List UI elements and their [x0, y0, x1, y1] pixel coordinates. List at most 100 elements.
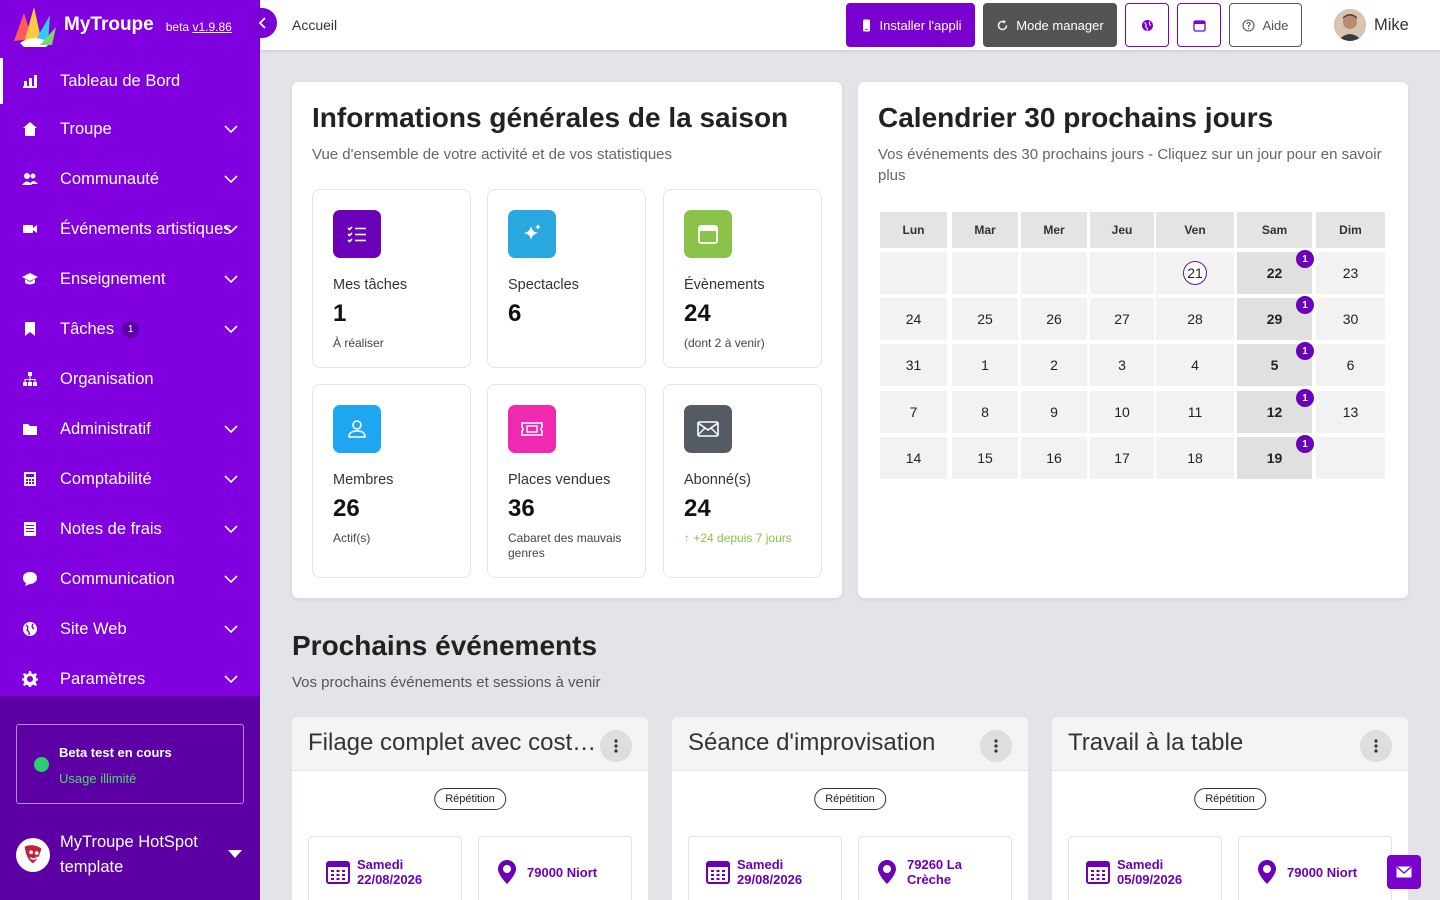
calendar-day[interactable]: 30: [1316, 298, 1385, 340]
brand-name: MyTroupe: [64, 14, 154, 35]
event-card[interactable]: Travail à la table Répétition Samedi 05/0…: [1052, 717, 1408, 900]
calendar-day[interactable]: 12 1: [1237, 389, 1314, 433]
calendar-day-header: Jeu: [1090, 212, 1154, 248]
chevron-down-icon: [224, 125, 238, 134]
website-button[interactable]: [1125, 3, 1169, 47]
event-location-text: 79000 Niort: [527, 865, 598, 880]
calendar-day[interactable]: 15: [952, 437, 1018, 479]
manager-mode-button[interactable]: Mode manager: [983, 3, 1117, 47]
gear-icon: [22, 671, 38, 687]
event-date-text: Samedi 29/08/2026: [737, 857, 837, 887]
chart-bar-icon: [22, 73, 38, 89]
stat-value: 36: [508, 495, 535, 522]
user-icon: [333, 405, 381, 453]
event-title: Filage complet avec costumes: [308, 729, 598, 756]
sidebar-item-organisation[interactable]: Organisation: [0, 354, 260, 404]
stat-events[interactable]: Évènements 24 (dont 2 à venir): [663, 189, 822, 368]
version-link[interactable]: v1.9.86: [192, 20, 231, 34]
stat-label: Évènements: [684, 277, 765, 293]
stat-label: Spectacles: [508, 277, 579, 293]
calendar-day[interactable]: 22 1: [1237, 250, 1314, 294]
calendar-day[interactable]: 24: [880, 298, 947, 340]
sidebar-item-comptabilite[interactable]: Comptabilité: [0, 454, 260, 504]
tasks-count-badge: 1: [122, 320, 140, 338]
calendar-day[interactable]: 11: [1156, 391, 1234, 433]
sidebar-item-communication[interactable]: Communication: [0, 554, 260, 604]
stat-members[interactable]: Membres 26 Actif(s): [312, 384, 471, 578]
stat-subscribers[interactable]: Abonné(s) 24 ↑ +24 depuis 7 jours: [663, 384, 822, 578]
calendar-day[interactable]: [952, 252, 1018, 294]
calendar-day[interactable]: [1021, 252, 1087, 294]
calendar-button[interactable]: [1177, 3, 1221, 47]
stat-tickets[interactable]: Places vendues 36 Cabaret des mauvais ge…: [487, 384, 646, 578]
help-button[interactable]: Aide: [1229, 3, 1302, 47]
calendar-day[interactable]: 25: [952, 298, 1018, 340]
beta-subtitle: Usage illimité: [59, 771, 137, 786]
brand-version[interactable]: beta v1.9.86: [166, 20, 232, 34]
calendar-day[interactable]: 1: [952, 344, 1018, 386]
calendar-day[interactable]: 28: [1156, 298, 1234, 340]
more-options-button[interactable]: [980, 730, 1012, 762]
event-card[interactable]: Filage complet avec costumes Répétition …: [292, 717, 648, 900]
calendar-day[interactable]: 6: [1316, 344, 1385, 386]
sidebar-item-label: Troupe: [60, 119, 112, 138]
calendar-day[interactable]: 14: [880, 437, 947, 479]
calendar-day[interactable]: 2: [1021, 344, 1087, 386]
calendar-day[interactable]: 16: [1021, 437, 1087, 479]
breadcrumb[interactable]: Accueil: [292, 17, 337, 33]
calendar-day[interactable]: 31: [880, 344, 947, 386]
calendar-day[interactable]: [880, 252, 947, 294]
calendar-day[interactable]: 29 1: [1237, 296, 1314, 340]
calendar-day[interactable]: 17: [1090, 437, 1154, 479]
message-button[interactable]: [1387, 855, 1421, 889]
stat-note: (dont 2 à venir): [684, 336, 765, 350]
install-app-button[interactable]: Installer l'appli: [846, 3, 975, 47]
more-vertical-icon: [1374, 739, 1378, 753]
calendar-day[interactable]: 10: [1090, 391, 1154, 433]
sidebar-item-notes-de-frais[interactable]: Notes de frais: [0, 504, 260, 554]
sidebar-item-communaute[interactable]: Communauté: [0, 154, 260, 204]
calendar-day[interactable]: [1316, 437, 1385, 479]
calendar-day[interactable]: 51: [1237, 342, 1314, 386]
calendar-day[interactable]: [1090, 252, 1154, 294]
more-options-button[interactable]: [1360, 730, 1392, 762]
sidebar-item-administratif[interactable]: Administratif: [0, 404, 260, 454]
calendar-day[interactable]: 8: [952, 391, 1018, 433]
sidebar-item-site-web[interactable]: Site Web: [0, 604, 260, 654]
more-vertical-icon: [994, 739, 998, 753]
event-count-badge: 1: [1296, 250, 1314, 268]
stat-shows[interactable]: Spectacles 6: [487, 189, 646, 368]
stat-value: 1: [333, 300, 347, 327]
help-label: Aide: [1262, 17, 1289, 33]
sidebar-item-enseignement[interactable]: Enseignement: [0, 254, 260, 304]
calendar-day[interactable]: 21: [1156, 252, 1234, 294]
brand[interactable]: MyTroupe beta v1.9.86: [0, 0, 260, 50]
calendar-day[interactable]: 13: [1316, 391, 1385, 433]
user-menu[interactable]: Mike: [1334, 9, 1409, 41]
calendar-day[interactable]: 27: [1090, 298, 1154, 340]
sidebar-item-troupe[interactable]: Troupe: [0, 104, 260, 154]
map-pin-icon: [498, 860, 516, 884]
calendar-day[interactable]: 18: [1156, 437, 1234, 479]
event-card[interactable]: Séance d'improvisation Répétition Samedi…: [672, 717, 1028, 900]
calendar-day[interactable]: 23: [1316, 252, 1385, 294]
home-icon: [22, 121, 38, 137]
calendar-day[interactable]: 7: [880, 391, 947, 433]
more-options-button[interactable]: [600, 730, 632, 762]
event-card-header: Séance d'improvisation: [672, 717, 1028, 771]
calendar-day[interactable]: 26: [1021, 298, 1087, 340]
calendar-day[interactable]: 9: [1021, 391, 1087, 433]
calendar-day-header: Ven: [1156, 212, 1234, 248]
sidebar-item-tableau-de-bord[interactable]: Tableau de Bord: [0, 58, 260, 104]
calendar-day[interactable]: 4: [1156, 344, 1234, 386]
stat-value: 24: [684, 300, 711, 327]
calendar-day[interactable]: 19 1: [1237, 435, 1314, 479]
organization-switcher[interactable]: MyTroupe HotSpot template: [16, 830, 244, 880]
sidebar-item-evenements-artistiques[interactable]: Événements artistiques: [0, 204, 260, 254]
stat-value: 6: [508, 300, 522, 327]
chevron-down-icon: [224, 425, 238, 434]
stat-tasks[interactable]: Mes tâches 1 À réaliser: [312, 189, 471, 368]
calendar-day[interactable]: 3: [1090, 344, 1154, 386]
chevron-down-icon: [224, 575, 238, 584]
sidebar-item-taches[interactable]: Tâches 1: [0, 304, 260, 354]
